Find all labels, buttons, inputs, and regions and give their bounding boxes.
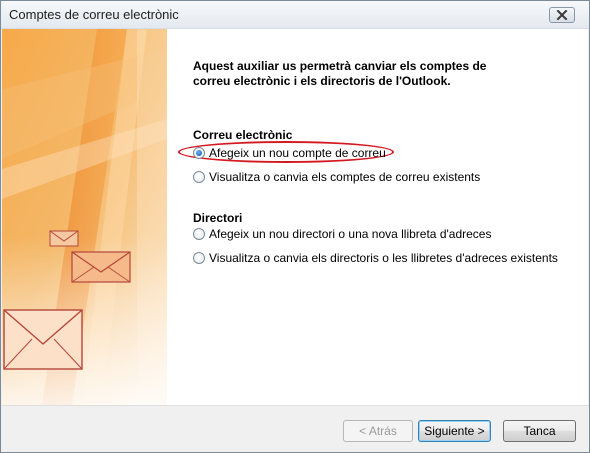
- wizard-options-panel: Aquest auxiliar us permetrà canviar els …: [178, 29, 582, 405]
- radio-view-email-accounts[interactable]: Visualitza o canvia els comptes de corre…: [193, 169, 480, 185]
- window-title: Comptes de correu electrònic: [9, 7, 179, 22]
- radio-button-checked[interactable]: [193, 147, 205, 159]
- envelope-large: [3, 309, 83, 370]
- radio-button[interactable]: [193, 228, 205, 240]
- wizard-content: Aquest auxiliar us permetrà canviar els …: [2, 29, 588, 405]
- radio-button[interactable]: [193, 252, 205, 264]
- radio-button[interactable]: [193, 171, 205, 183]
- radio-add-directory[interactable]: Afegeix un nou directori o una nova llib…: [193, 226, 491, 242]
- radio-add-email-account[interactable]: Afegeix un nou compte de correu: [193, 145, 386, 161]
- close-window-button[interactable]: [549, 7, 575, 23]
- outlook-envelopes-illustration: [2, 29, 167, 405]
- envelope-small: [49, 230, 79, 247]
- radio-label: Visualitza o canvia els directoris o les…: [209, 251, 558, 265]
- close-icon: [556, 10, 568, 20]
- button-bar: < Atrás Siguiente > Tanca: [1, 405, 589, 452]
- intro-text: Aquest auxiliar us permetrà canviar els …: [193, 59, 487, 88]
- next-button[interactable]: Siguiente >: [418, 420, 491, 442]
- radio-label: Afegeix un nou directori o una nova llib…: [209, 227, 492, 241]
- back-button[interactable]: < Atrás: [343, 420, 413, 442]
- close-button[interactable]: Tanca: [503, 420, 576, 442]
- directory-section-title: Directori: [193, 211, 243, 225]
- email-section-title: Correu electrònic: [193, 128, 293, 142]
- radio-view-directories[interactable]: Visualitza o canvia els directoris o les…: [193, 250, 558, 266]
- radio-label: Afegeix un nou compte de correu: [209, 146, 386, 160]
- wizard-window: Comptes de correu electrònic Aquest auxi…: [0, 0, 590, 453]
- radio-label: Visualitza o canvia els comptes de corre…: [209, 170, 481, 184]
- envelope-medium: [71, 251, 131, 283]
- title-bar: Comptes de correu electrònic: [1, 1, 589, 29]
